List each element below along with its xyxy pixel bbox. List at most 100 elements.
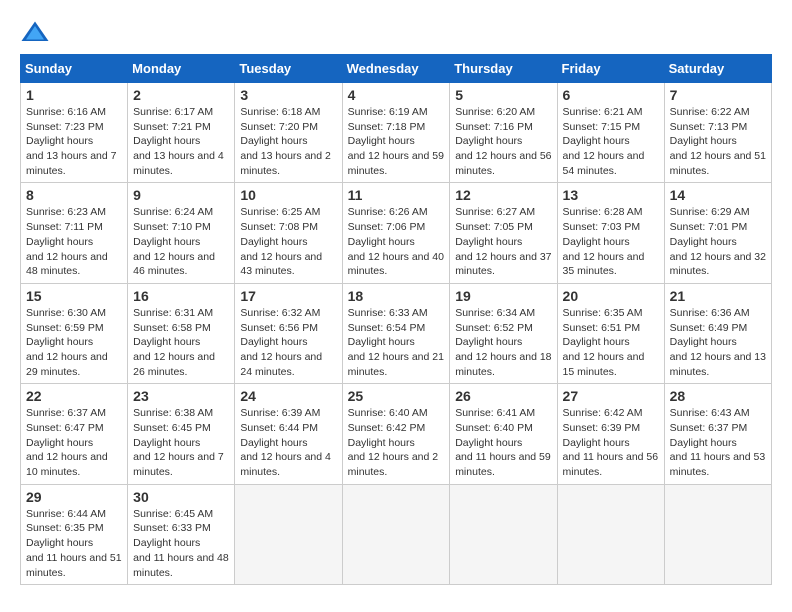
calendar-day-cell: 23 Sunrise: 6:38 AMSunset: 6:45 PMDaylig…: [128, 384, 235, 484]
calendar-day-cell: 10 Sunrise: 6:25 AMSunset: 7:08 PMDaylig…: [235, 183, 342, 283]
calendar-week-row: 29 Sunrise: 6:44 AMSunset: 6:35 PMDaylig…: [21, 484, 772, 584]
calendar-day-cell: 12 Sunrise: 6:27 AMSunset: 7:05 PMDaylig…: [450, 183, 557, 283]
day-number: 23: [133, 388, 229, 404]
day-number: 10: [240, 187, 336, 203]
calendar-day-cell: 17 Sunrise: 6:32 AMSunset: 6:56 PMDaylig…: [235, 283, 342, 383]
day-info: Sunrise: 6:36 AMSunset: 6:49 PMDaylight …: [670, 307, 766, 378]
day-info: Sunrise: 6:39 AMSunset: 6:44 PMDaylight …: [240, 407, 331, 478]
calendar-day-cell: 20 Sunrise: 6:35 AMSunset: 6:51 PMDaylig…: [557, 283, 664, 383]
day-number: 4: [348, 87, 445, 103]
day-info: Sunrise: 6:17 AMSunset: 7:21 PMDaylight …: [133, 106, 224, 177]
calendar-day-cell: [235, 484, 342, 584]
calendar-table: SundayMondayTuesdayWednesdayThursdayFrid…: [20, 54, 772, 585]
day-number: 22: [26, 388, 122, 404]
calendar-day-cell: 4 Sunrise: 6:19 AMSunset: 7:18 PMDayligh…: [342, 83, 450, 183]
logo-icon: [20, 20, 50, 44]
day-number: 30: [133, 489, 229, 505]
day-info: Sunrise: 6:22 AMSunset: 7:13 PMDaylight …: [670, 106, 766, 177]
calendar-day-cell: 26 Sunrise: 6:41 AMSunset: 6:40 PMDaylig…: [450, 384, 557, 484]
weekday-header-cell: Wednesday: [342, 55, 450, 83]
day-info: Sunrise: 6:20 AMSunset: 7:16 PMDaylight …: [455, 106, 551, 177]
day-number: 26: [455, 388, 551, 404]
day-number: 13: [563, 187, 659, 203]
day-number: 21: [670, 288, 766, 304]
day-info: Sunrise: 6:35 AMSunset: 6:51 PMDaylight …: [563, 307, 645, 378]
day-number: 28: [670, 388, 766, 404]
day-info: Sunrise: 6:24 AMSunset: 7:10 PMDaylight …: [133, 206, 215, 277]
calendar-day-cell: 14 Sunrise: 6:29 AMSunset: 7:01 PMDaylig…: [664, 183, 771, 283]
day-info: Sunrise: 6:27 AMSunset: 7:05 PMDaylight …: [455, 206, 551, 277]
day-info: Sunrise: 6:40 AMSunset: 6:42 PMDaylight …: [348, 407, 439, 478]
day-info: Sunrise: 6:38 AMSunset: 6:45 PMDaylight …: [133, 407, 224, 478]
day-info: Sunrise: 6:41 AMSunset: 6:40 PMDaylight …: [455, 407, 551, 478]
day-info: Sunrise: 6:44 AMSunset: 6:35 PMDaylight …: [26, 508, 122, 579]
calendar-day-cell: 24 Sunrise: 6:39 AMSunset: 6:44 PMDaylig…: [235, 384, 342, 484]
calendar-day-cell: 5 Sunrise: 6:20 AMSunset: 7:16 PMDayligh…: [450, 83, 557, 183]
day-number: 11: [348, 187, 445, 203]
day-info: Sunrise: 6:33 AMSunset: 6:54 PMDaylight …: [348, 307, 444, 378]
weekday-header-cell: Monday: [128, 55, 235, 83]
day-info: Sunrise: 6:31 AMSunset: 6:58 PMDaylight …: [133, 307, 215, 378]
weekday-header-cell: Sunday: [21, 55, 128, 83]
weekday-header-cell: Saturday: [664, 55, 771, 83]
day-info: Sunrise: 6:18 AMSunset: 7:20 PMDaylight …: [240, 106, 331, 177]
calendar-day-cell: [450, 484, 557, 584]
calendar-day-cell: 18 Sunrise: 6:33 AMSunset: 6:54 PMDaylig…: [342, 283, 450, 383]
calendar-day-cell: [557, 484, 664, 584]
day-number: 17: [240, 288, 336, 304]
calendar-week-row: 22 Sunrise: 6:37 AMSunset: 6:47 PMDaylig…: [21, 384, 772, 484]
calendar-day-cell: 11 Sunrise: 6:26 AMSunset: 7:06 PMDaylig…: [342, 183, 450, 283]
day-number: 25: [348, 388, 445, 404]
calendar-day-cell: 30 Sunrise: 6:45 AMSunset: 6:33 PMDaylig…: [128, 484, 235, 584]
day-number: 3: [240, 87, 336, 103]
day-number: 15: [26, 288, 122, 304]
weekday-header-cell: Friday: [557, 55, 664, 83]
day-number: 18: [348, 288, 445, 304]
page-header: [20, 20, 772, 44]
calendar-week-row: 15 Sunrise: 6:30 AMSunset: 6:59 PMDaylig…: [21, 283, 772, 383]
calendar-day-cell: 9 Sunrise: 6:24 AMSunset: 7:10 PMDayligh…: [128, 183, 235, 283]
calendar-day-cell: 1 Sunrise: 6:16 AMSunset: 7:23 PMDayligh…: [21, 83, 128, 183]
day-number: 24: [240, 388, 336, 404]
day-number: 16: [133, 288, 229, 304]
day-number: 14: [670, 187, 766, 203]
day-info: Sunrise: 6:21 AMSunset: 7:15 PMDaylight …: [563, 106, 645, 177]
day-number: 2: [133, 87, 229, 103]
day-number: 27: [563, 388, 659, 404]
day-info: Sunrise: 6:25 AMSunset: 7:08 PMDaylight …: [240, 206, 322, 277]
calendar-week-row: 8 Sunrise: 6:23 AMSunset: 7:11 PMDayligh…: [21, 183, 772, 283]
calendar-day-cell: 16 Sunrise: 6:31 AMSunset: 6:58 PMDaylig…: [128, 283, 235, 383]
calendar-day-cell: 6 Sunrise: 6:21 AMSunset: 7:15 PMDayligh…: [557, 83, 664, 183]
calendar-day-cell: 15 Sunrise: 6:30 AMSunset: 6:59 PMDaylig…: [21, 283, 128, 383]
logo: [20, 20, 54, 44]
weekday-header-row: SundayMondayTuesdayWednesdayThursdayFrid…: [21, 55, 772, 83]
calendar-day-cell: 29 Sunrise: 6:44 AMSunset: 6:35 PMDaylig…: [21, 484, 128, 584]
day-number: 9: [133, 187, 229, 203]
calendar-day-cell: 8 Sunrise: 6:23 AMSunset: 7:11 PMDayligh…: [21, 183, 128, 283]
day-number: 8: [26, 187, 122, 203]
day-info: Sunrise: 6:37 AMSunset: 6:47 PMDaylight …: [26, 407, 108, 478]
weekday-header-cell: Tuesday: [235, 55, 342, 83]
calendar-day-cell: 3 Sunrise: 6:18 AMSunset: 7:20 PMDayligh…: [235, 83, 342, 183]
day-number: 1: [26, 87, 122, 103]
calendar-day-cell: 27 Sunrise: 6:42 AMSunset: 6:39 PMDaylig…: [557, 384, 664, 484]
calendar-day-cell: 2 Sunrise: 6:17 AMSunset: 7:21 PMDayligh…: [128, 83, 235, 183]
calendar-day-cell: 25 Sunrise: 6:40 AMSunset: 6:42 PMDaylig…: [342, 384, 450, 484]
day-number: 19: [455, 288, 551, 304]
day-info: Sunrise: 6:43 AMSunset: 6:37 PMDaylight …: [670, 407, 766, 478]
calendar-day-cell: 7 Sunrise: 6:22 AMSunset: 7:13 PMDayligh…: [664, 83, 771, 183]
day-info: Sunrise: 6:45 AMSunset: 6:33 PMDaylight …: [133, 508, 229, 579]
day-info: Sunrise: 6:16 AMSunset: 7:23 PMDaylight …: [26, 106, 117, 177]
day-info: Sunrise: 6:28 AMSunset: 7:03 PMDaylight …: [563, 206, 645, 277]
day-number: 6: [563, 87, 659, 103]
day-info: Sunrise: 6:19 AMSunset: 7:18 PMDaylight …: [348, 106, 444, 177]
calendar-day-cell: [342, 484, 450, 584]
day-number: 12: [455, 187, 551, 203]
day-info: Sunrise: 6:30 AMSunset: 6:59 PMDaylight …: [26, 307, 108, 378]
day-info: Sunrise: 6:29 AMSunset: 7:01 PMDaylight …: [670, 206, 766, 277]
day-number: 20: [563, 288, 659, 304]
day-info: Sunrise: 6:34 AMSunset: 6:52 PMDaylight …: [455, 307, 551, 378]
calendar-day-cell: [664, 484, 771, 584]
day-number: 7: [670, 87, 766, 103]
calendar-week-row: 1 Sunrise: 6:16 AMSunset: 7:23 PMDayligh…: [21, 83, 772, 183]
